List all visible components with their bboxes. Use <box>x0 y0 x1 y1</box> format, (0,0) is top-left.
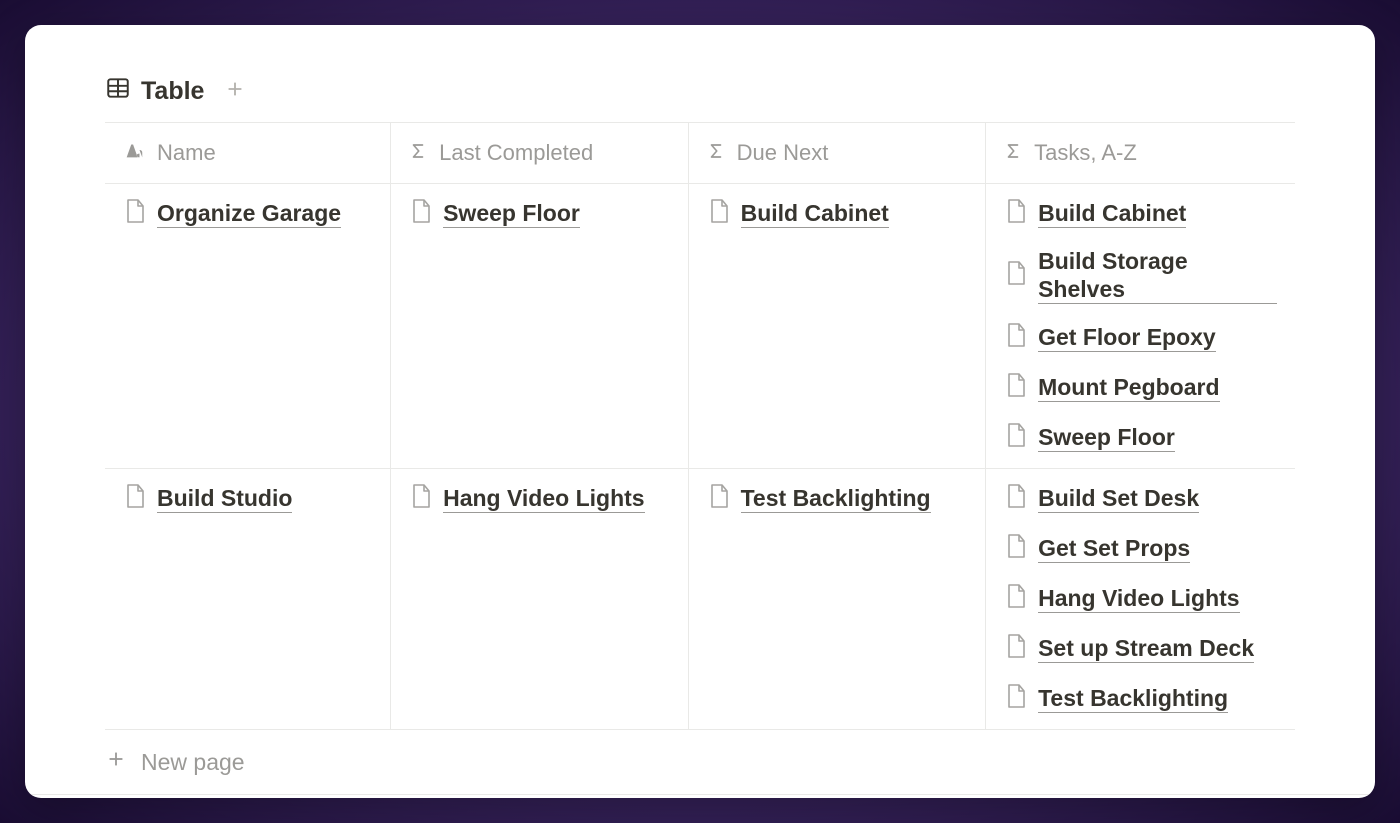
table-row: Build Studio Hang Video Lights Test Back… <box>105 469 1295 730</box>
column-label: Due Next <box>737 140 829 166</box>
view-tab-label: Table <box>141 77 204 106</box>
page-link-text: Get Floor Epoxy <box>1038 324 1216 353</box>
column-header-due-next[interactable]: Due Next <box>688 123 986 184</box>
page-item[interactable]: Test Backlighting <box>707 483 968 515</box>
table-view-tab[interactable]: Table <box>105 75 204 108</box>
page-icon <box>409 198 433 230</box>
cell-last-completed[interactable]: Hang Video Lights <box>391 469 689 730</box>
page-icon <box>123 198 147 230</box>
page-link-text: Organize Garage <box>157 200 341 229</box>
page-icon <box>409 483 433 515</box>
page-link-text: Sweep Floor <box>1038 424 1175 453</box>
page-icon <box>1004 683 1028 715</box>
page-item[interactable]: Test Backlighting <box>1004 683 1277 715</box>
page-link-text: Build Cabinet <box>741 200 889 229</box>
page-icon <box>1004 533 1028 565</box>
page-icon <box>1004 260 1028 292</box>
page-link-text: Test Backlighting <box>1038 685 1228 714</box>
page-item[interactable]: Build Storage Shelves <box>1004 248 1277 304</box>
page-link-text: Get Set Props <box>1038 535 1190 564</box>
column-label: Last Completed <box>439 140 593 166</box>
page-link-text: Set up Stream Deck <box>1038 635 1254 664</box>
cell-due-next[interactable]: Build Cabinet <box>688 184 986 469</box>
page-icon <box>123 483 147 515</box>
page-icon <box>707 483 731 515</box>
cell-name[interactable]: Build Studio <box>105 469 391 730</box>
new-page-label: New page <box>141 749 245 776</box>
page-item[interactable]: Mount Pegboard <box>1004 372 1277 404</box>
page-item[interactable]: Hang Video Lights <box>1004 583 1277 615</box>
cell-due-next[interactable]: Test Backlighting <box>688 469 986 730</box>
column-label: Name <box>157 140 216 166</box>
page-item[interactable]: Build Cabinet <box>707 198 968 230</box>
column-header-tasks[interactable]: Tasks, A-Z <box>986 123 1295 184</box>
page-item[interactable]: Sweep Floor <box>1004 422 1277 454</box>
page-link-text: Hang Video Lights <box>443 485 644 514</box>
page-icon <box>1004 483 1028 515</box>
database-view-card: Table Name <box>25 25 1375 798</box>
page-link-text: Test Backlighting <box>741 485 931 514</box>
page-icon <box>1004 422 1028 454</box>
page-item[interactable]: Get Floor Epoxy <box>1004 322 1277 354</box>
page-item-name[interactable]: Organize Garage <box>123 198 372 230</box>
column-header-name[interactable]: Name <box>105 123 391 184</box>
new-page-button[interactable]: New page <box>25 730 1375 795</box>
page-link-text: Build Cabinet <box>1038 200 1186 229</box>
rollup-icon <box>409 140 427 166</box>
cell-tasks[interactable]: Build Cabinet Build Storage Shelves Get … <box>986 184 1295 469</box>
page-icon <box>1004 583 1028 615</box>
page-icon <box>1004 198 1028 230</box>
page-item[interactable]: Build Set Desk <box>1004 483 1277 515</box>
page-item[interactable]: Set up Stream Deck <box>1004 633 1277 665</box>
table-icon <box>105 75 131 108</box>
cell-last-completed[interactable]: Sweep Floor <box>391 184 689 469</box>
view-tabs: Table <box>25 75 1375 122</box>
page-link-text: Sweep Floor <box>443 200 580 229</box>
page-link-text: Build Storage Shelves <box>1038 248 1277 304</box>
column-header-last-completed[interactable]: Last Completed <box>391 123 689 184</box>
page-link-text: Mount Pegboard <box>1038 374 1219 403</box>
page-item[interactable]: Get Set Props <box>1004 533 1277 565</box>
page-item-name[interactable]: Build Studio <box>123 483 372 515</box>
page-item[interactable]: Sweep Floor <box>409 198 670 230</box>
page-icon <box>1004 633 1028 665</box>
database-table: Name Last Completed <box>105 123 1295 730</box>
page-item[interactable]: Build Cabinet <box>1004 198 1277 230</box>
add-view-button[interactable] <box>224 78 246 105</box>
page-icon <box>1004 322 1028 354</box>
plus-icon <box>105 748 127 776</box>
page-link-text: Build Studio <box>157 485 292 514</box>
page-item[interactable]: Hang Video Lights <box>409 483 670 515</box>
page-icon <box>1004 372 1028 404</box>
table-wrapper: Name Last Completed <box>25 123 1375 730</box>
rollup-icon <box>1004 140 1022 166</box>
cell-tasks[interactable]: Build Set Desk Get Set Props Hang Video … <box>986 469 1295 730</box>
rollup-icon <box>707 140 725 166</box>
page-link-text: Hang Video Lights <box>1038 585 1239 614</box>
cell-name[interactable]: Organize Garage <box>105 184 391 469</box>
page-link-text: Build Set Desk <box>1038 485 1199 514</box>
column-label: Tasks, A-Z <box>1034 140 1137 166</box>
table-row: Organize Garage Sweep Floor Build Cabine… <box>105 184 1295 469</box>
text-property-icon <box>123 139 145 167</box>
page-icon <box>707 198 731 230</box>
